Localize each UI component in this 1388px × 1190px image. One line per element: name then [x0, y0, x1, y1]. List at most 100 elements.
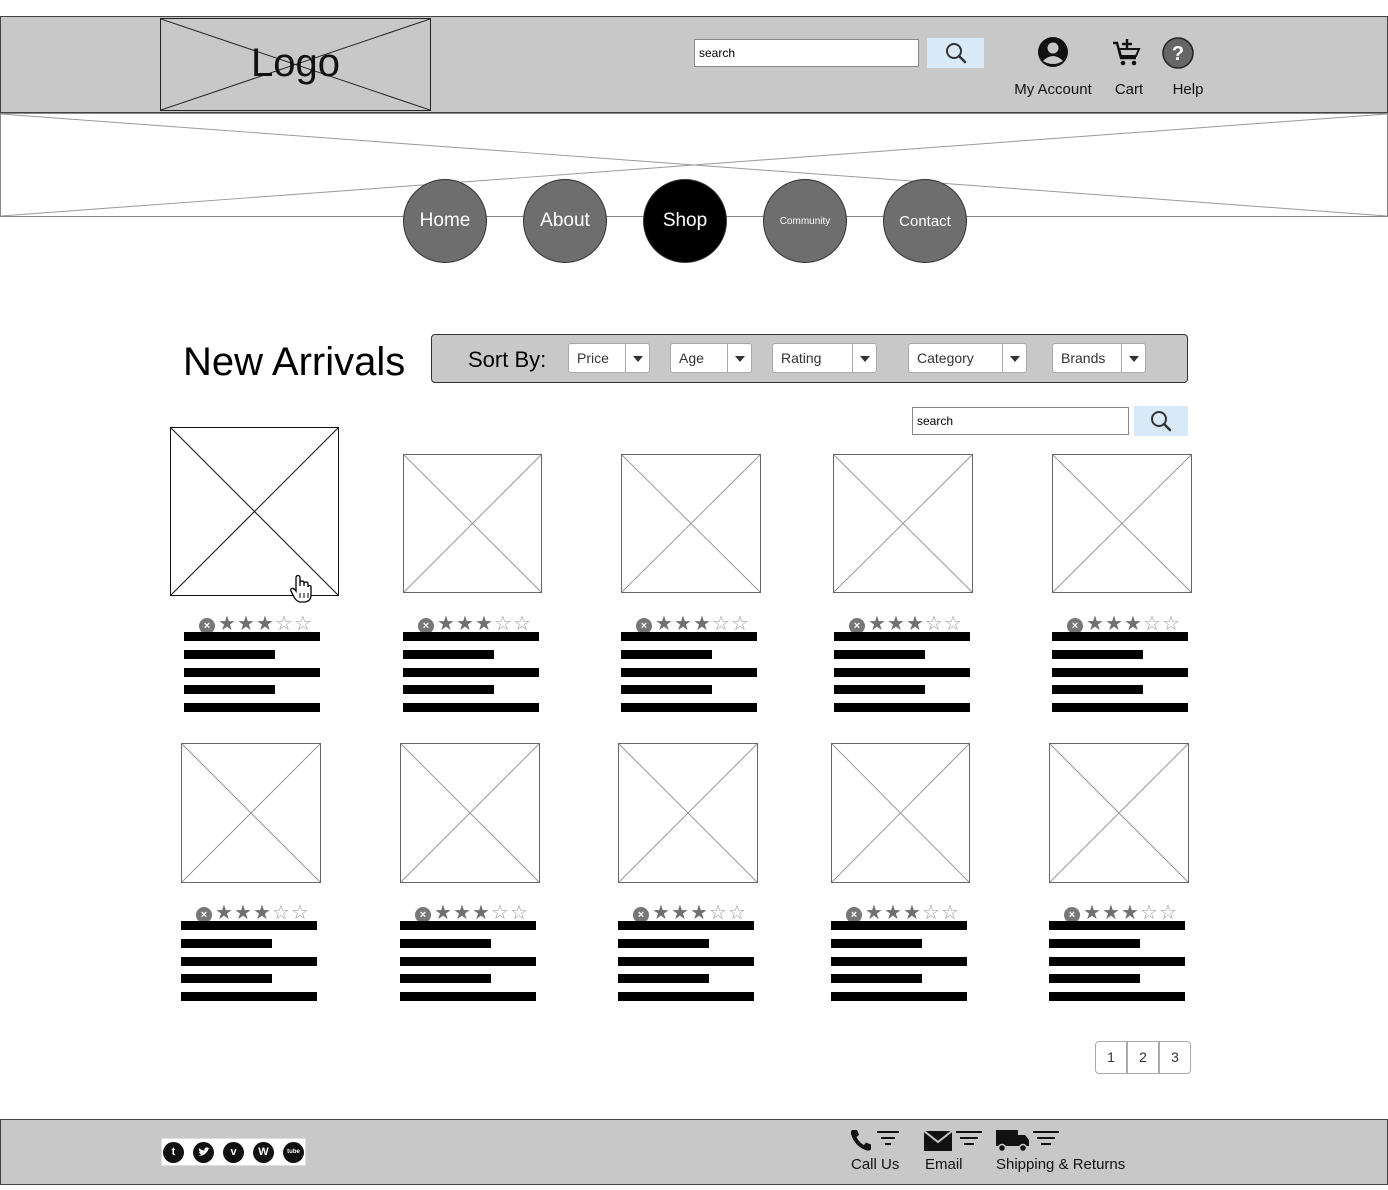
text-placeholder-line	[834, 685, 925, 695]
product-image[interactable]	[400, 743, 540, 883]
cart-link[interactable]: Cart	[1109, 81, 1149, 98]
image-placeholder-icon	[404, 455, 541, 592]
shipping-returns-link[interactable]: Shipping & Returns	[996, 1156, 1125, 1173]
logo[interactable]: Logo	[160, 18, 431, 111]
text-placeholder-line	[400, 974, 491, 984]
search-icon	[1151, 411, 1172, 432]
product-image[interactable]	[170, 427, 339, 596]
sort-label: Sort By:	[468, 347, 547, 372]
text-placeholder-line	[181, 956, 317, 966]
svg-text:?: ?	[1172, 43, 1184, 65]
text-placeholder-line	[618, 921, 754, 930]
page-1-button[interactable]: 1	[1095, 1041, 1127, 1074]
page-2-button[interactable]: 2	[1127, 1041, 1159, 1074]
sort-rating-dropdown[interactable]: Rating	[772, 343, 877, 373]
sort-bar: Sort By: Price Age Rating Category Brand…	[431, 334, 1188, 383]
text-placeholder-line	[181, 992, 317, 1002]
call-us-link[interactable]: Call Us	[851, 1156, 899, 1173]
page-3-button[interactable]: 3	[1159, 1041, 1191, 1074]
chevron-down-icon	[1002, 344, 1026, 372]
image-placeholder-icon	[171, 428, 338, 595]
text-placeholder-line	[1049, 974, 1140, 984]
text-placeholder-line	[834, 667, 970, 677]
product-search-button[interactable]	[1134, 406, 1188, 436]
envelope-icon	[923, 1128, 985, 1157]
product-search-input[interactable]: search	[912, 407, 1129, 435]
text-placeholder-line	[1052, 703, 1188, 713]
nav-contact[interactable]: Contact	[883, 179, 967, 263]
text-placeholder-line	[621, 632, 757, 641]
image-placeholder-icon	[401, 744, 539, 882]
account-circle-icon[interactable]	[1037, 36, 1069, 73]
text-placeholder-line	[181, 938, 272, 948]
chevron-down-icon	[1121, 344, 1145, 372]
sort-price-dropdown[interactable]: Price	[568, 343, 650, 373]
sort-category-dropdown[interactable]: Category	[908, 343, 1027, 373]
text-placeholder-line	[621, 703, 757, 713]
text-placeholder-line	[400, 956, 536, 966]
twitter-icon[interactable]	[193, 1142, 214, 1163]
product-image[interactable]	[831, 743, 970, 883]
sort-age-dropdown[interactable]: Age	[670, 343, 752, 373]
wordpress-icon[interactable]: W	[253, 1142, 274, 1163]
text-placeholder-line	[1049, 956, 1185, 966]
sort-brands-label: Brands	[1061, 350, 1106, 366]
header-search-input[interactable]: search	[694, 39, 919, 67]
text-placeholder-line	[621, 649, 712, 659]
sort-brands-dropdown[interactable]: Brands	[1052, 343, 1146, 373]
text-placeholder-line	[1052, 685, 1143, 695]
sort-age-label: Age	[679, 350, 704, 366]
nav-community[interactable]: Community	[763, 179, 847, 263]
page-title: New Arrivals	[183, 340, 406, 384]
text-placeholder-line	[618, 974, 709, 984]
product-image[interactable]	[833, 454, 973, 593]
text-placeholder-line	[400, 938, 491, 948]
text-placeholder-line	[181, 921, 317, 930]
text-placeholder-line	[618, 992, 754, 1002]
sort-category-label: Category	[917, 350, 974, 366]
text-placeholder-line	[184, 703, 320, 713]
text-placeholder-line	[834, 632, 970, 641]
tumblr-icon[interactable]: t	[163, 1142, 184, 1163]
nav-about[interactable]: About	[523, 179, 607, 263]
image-placeholder-icon	[1053, 455, 1191, 592]
product-image[interactable]	[618, 743, 758, 883]
product-image[interactable]	[1049, 743, 1189, 883]
text-placeholder-line	[834, 703, 970, 713]
email-link[interactable]: Email	[925, 1156, 963, 1173]
product-image[interactable]	[181, 743, 321, 883]
phone-icon	[849, 1128, 901, 1157]
text-placeholder-line	[184, 632, 320, 641]
text-placeholder-line	[184, 667, 320, 677]
my-account-link[interactable]: My Account	[1003, 81, 1103, 98]
text-placeholder-line	[1052, 632, 1188, 641]
text-placeholder-line	[181, 974, 272, 984]
help-circle-icon[interactable]: ?	[1162, 37, 1194, 74]
text-placeholder-line	[403, 667, 539, 677]
text-placeholder-line	[831, 938, 922, 948]
text-placeholder-line	[831, 974, 922, 984]
product-image[interactable]	[1052, 454, 1192, 593]
text-placeholder-line	[831, 956, 967, 966]
product-image[interactable]	[621, 454, 761, 593]
youtube-icon[interactable]: tube	[283, 1142, 304, 1163]
product-image[interactable]	[403, 454, 542, 593]
help-link[interactable]: Help	[1168, 81, 1208, 98]
text-placeholder-line	[831, 921, 967, 930]
text-placeholder-line	[403, 632, 539, 641]
hand-cursor-icon	[289, 574, 313, 609]
text-placeholder-line	[403, 703, 539, 713]
nav-home[interactable]: Home	[403, 179, 487, 263]
text-placeholder-line	[621, 667, 757, 677]
text-placeholder-line	[1052, 649, 1143, 659]
site-footer: t v W tube Call Us Email Shipping & Retu…	[0, 1119, 1388, 1185]
image-placeholder-icon	[619, 744, 757, 882]
text-placeholder-line	[1052, 667, 1188, 677]
text-placeholder-line	[1049, 938, 1140, 948]
text-placeholder-line	[400, 992, 536, 1002]
vimeo-icon[interactable]: v	[223, 1142, 244, 1163]
chevron-down-icon	[852, 344, 876, 372]
cart-add-icon[interactable]	[1112, 37, 1142, 72]
nav-shop[interactable]: Shop	[643, 179, 727, 263]
header-search-button[interactable]	[927, 38, 984, 68]
